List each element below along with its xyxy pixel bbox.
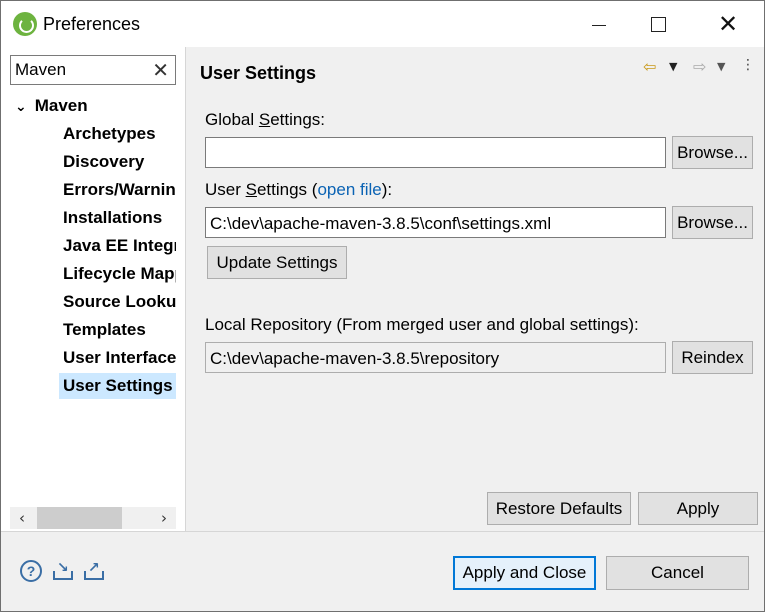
minimize-icon (592, 24, 606, 26)
export-arrow-shape: ↗ (88, 560, 100, 576)
preferences-tree: ⌄ Maven Archetypes Discovery Errors/Warni… (1, 93, 176, 503)
window-title: Preferences (43, 14, 141, 34)
reindex-button[interactable]: Reindex (672, 341, 753, 374)
chevron-down-icon[interactable]: ⌄ (15, 94, 27, 120)
global-settings-label: Global Settings: (205, 110, 326, 129)
tree-item-installations[interactable]: Installations (63, 205, 176, 231)
preferences-sidebar: Maven ✕ ⌄ Maven Archetypes Discovery Erro… (1, 47, 186, 531)
tree-item-source-lookup[interactable]: Source Lookup (63, 289, 176, 315)
tree-item-errors-warnings[interactable]: Errors/Warnings (63, 177, 176, 203)
sidebar-horizontal-scrollbar[interactable]: ‹ › (10, 507, 176, 529)
export-icon[interactable]: ↗ (83, 560, 105, 582)
tree-item-lifecycle-mappings[interactable]: Lifecycle Mappings (63, 261, 176, 287)
tree-item-java-ee-integration[interactable]: Java EE Integration (63, 233, 176, 259)
filter-value: Maven (15, 60, 67, 79)
preference-page: User Settings ⇦ ▼ ⇨ ▼ ⋮ Global Settings:… (187, 47, 764, 531)
tree-item-user-interface[interactable]: User Interface (63, 345, 176, 371)
maximize-icon (650, 16, 666, 32)
update-settings-button[interactable]: Update Settings (207, 246, 347, 279)
scroll-right-icon[interactable]: › (152, 507, 176, 529)
maximize-button[interactable] (629, 1, 687, 47)
apply-button[interactable]: Apply (638, 492, 758, 525)
scrollbar-thumb[interactable] (37, 507, 122, 529)
title-bar: Preferences ✕ (1, 1, 764, 47)
clear-filter-icon[interactable]: ✕ (152, 58, 169, 82)
tree-item-discovery[interactable]: Discovery (63, 149, 176, 175)
tree-item-templates[interactable]: Templates (63, 317, 176, 343)
tree-item-archetypes[interactable]: Archetypes (63, 121, 176, 147)
dialog-footer: ? ↘ ↗ Apply and Close Cancel (1, 532, 764, 611)
global-settings-browse-button[interactable]: Browse... (672, 136, 753, 169)
forward-arrow-icon[interactable]: ⇨ (693, 57, 706, 76)
user-settings-label: User Settings (open file): (205, 180, 393, 199)
spring-app-icon (13, 12, 37, 36)
import-arrow-shape: ↘ (57, 560, 69, 576)
open-file-link[interactable]: open file (317, 180, 381, 199)
global-settings-input[interactable] (205, 137, 666, 168)
apply-and-close-button[interactable]: Apply and Close (453, 556, 596, 590)
tree-item-user-settings[interactable]: User Settings (59, 373, 176, 399)
back-dropdown-icon[interactable]: ▼ (669, 60, 677, 73)
import-icon[interactable]: ↘ (52, 560, 74, 582)
page-title: User Settings (200, 63, 317, 83)
minimize-button[interactable] (570, 1, 628, 47)
tree-item-maven[interactable]: ⌄ Maven (15, 93, 88, 119)
local-repository-field: C:\dev\apache-maven-3.8.5\repository (205, 342, 666, 373)
cancel-button[interactable]: Cancel (606, 556, 749, 590)
scroll-left-icon[interactable]: ‹ (10, 507, 34, 529)
close-button[interactable]: ✕ (699, 1, 757, 47)
preferences-window: Preferences ✕ Maven ✕ ⌄ Maven Archetypes … (0, 0, 765, 612)
view-menu-icon[interactable]: ⋮ (741, 57, 755, 73)
forward-dropdown-icon[interactable]: ▼ (717, 60, 725, 73)
back-arrow-icon[interactable]: ⇦ (643, 57, 656, 76)
user-settings-browse-button[interactable]: Browse... (672, 206, 753, 239)
local-repository-label: Local Repository (From merged user and g… (205, 315, 639, 334)
user-settings-input[interactable]: C:\dev\apache-maven-3.8.5\conf\settings.… (205, 207, 666, 238)
restore-defaults-button[interactable]: Restore Defaults (487, 492, 631, 525)
help-icon[interactable]: ? (20, 560, 42, 582)
page-navigation: ⇦ ▼ ⇨ ▼ ⋮ (643, 57, 755, 79)
tree-item-label: Maven (34, 96, 88, 115)
filter-input[interactable]: Maven ✕ (10, 55, 176, 85)
